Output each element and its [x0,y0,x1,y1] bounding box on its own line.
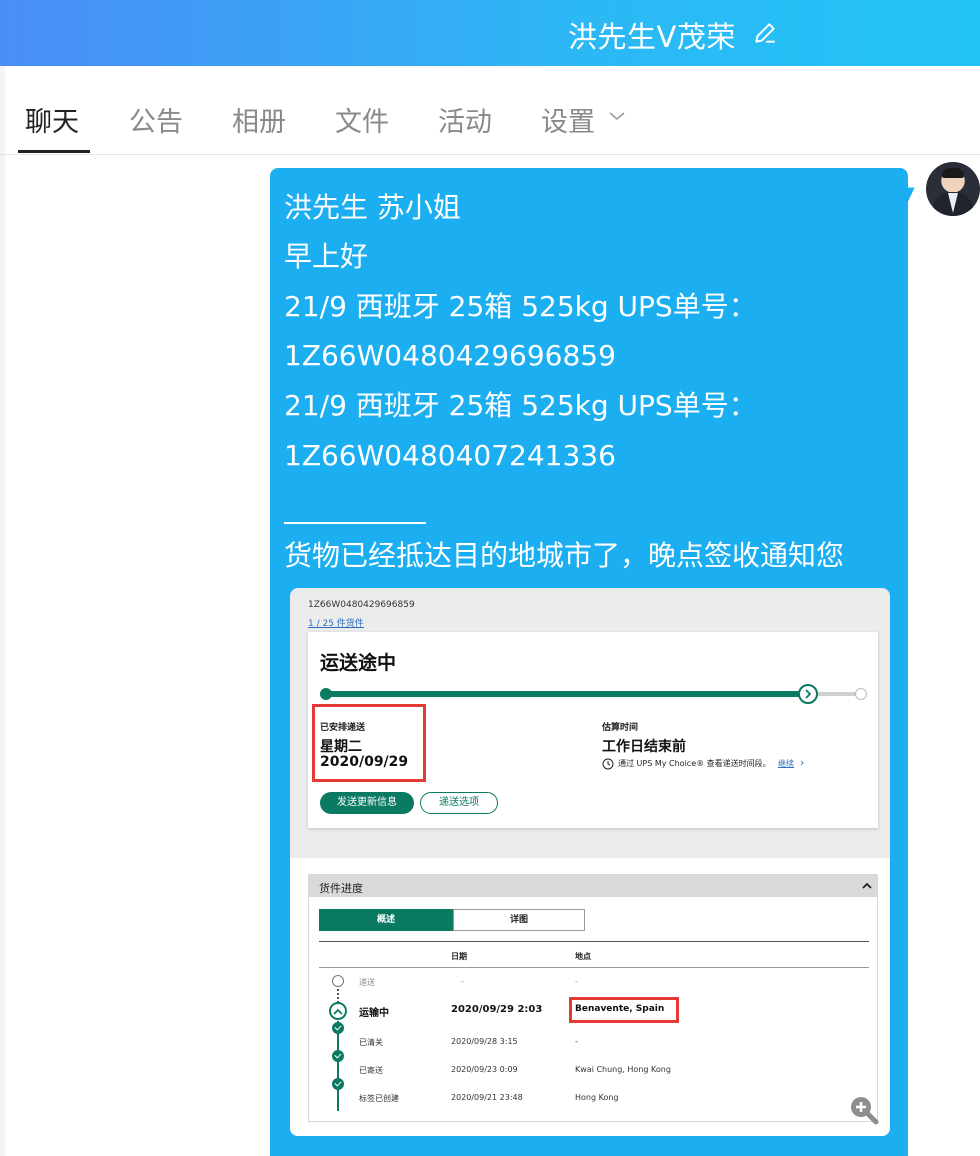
chevron-up-icon [333,1008,343,1015]
progress-current-marker [798,684,818,704]
chevron-right-icon: › [800,756,805,769]
progress-fill [324,691,808,697]
row-location: Kwai Chung, Hong Kong [575,1065,671,1074]
avatar[interactable] [926,162,980,216]
row-date: 2020/09/23 0:09 [451,1065,518,1074]
tab-activities[interactable]: 活动 [438,100,492,139]
timeline-pending-dot [332,975,344,987]
timeline-line [337,1021,339,1111]
column-header-date: 日期 [451,952,467,961]
tracking-number: 1Z66W0480429696859 [308,600,415,610]
row-status: 标签已创建 [359,1094,399,1103]
scheduled-day: 星期二 [320,739,362,755]
table-divider [319,941,869,942]
left-border [0,66,5,1156]
row-status: 已清关 [359,1038,383,1047]
chevron-up-icon[interactable] [861,881,873,891]
row-status: 运输中 [359,1008,389,1019]
check-icon [332,1022,344,1034]
row-location: Hong Kong [575,1093,619,1102]
clock-icon [602,758,614,770]
send-update-button[interactable]: 发送更新信息 [320,792,414,814]
row-location: - [575,977,578,986]
message-line: 21/9 西班牙 25箱 525kg UPS单号： [284,389,757,422]
row-status: 已寄送 [359,1066,383,1075]
row-status: 递送 [359,978,375,987]
tracking-screenshot[interactable]: 1Z66W0480429696859 1 / 25 件货件 运送途中 已安排递送… [290,588,890,1136]
progress-panel-title: 货件进度 [319,882,363,895]
shipment-progress-panel: 货件进度 概述 详图 日期 地点 递送 - - 运输中 2020/09/29 2… [308,874,878,1122]
message-line: 洪先生 苏小姐 [284,191,461,224]
progress-end-dot [855,688,867,700]
row-date: 2020/09/28 3:15 [451,1037,518,1046]
check-icon [332,1050,344,1062]
chat-title: 洪先生V茂荣 [568,20,736,54]
scheduled-date: 2020/09/29 [320,754,409,770]
tab-announcement[interactable]: 公告 [129,100,183,139]
message-line: 21/9 西班牙 25箱 525kg UPS单号： [284,290,757,323]
tab-settings[interactable]: 设置 [541,100,595,139]
tab-files[interactable]: 文件 [335,100,389,139]
message-line: 早上好 [284,240,369,273]
tab-bar: 聊天 公告 相册 文件 活动 设置 [0,66,980,155]
progress-panel-header[interactable]: 货件进度 [309,875,877,897]
estimated-label: 估算时间 [602,723,639,733]
table-divider [319,967,869,968]
zoom-in-icon[interactable] [848,1094,880,1126]
timeline-current-marker [329,1002,347,1020]
row-location: - [575,1037,578,1046]
package-count-link[interactable]: 1 / 25 件货件 [308,616,364,629]
row-date: 2020/09/21 23:48 [451,1093,523,1102]
chevron-right-icon [805,689,812,699]
estimated-value: 工作日结束前 [602,739,686,755]
message-line: 1Z66W0480407241336 [284,439,616,472]
row-date: 2020/09/29 2:03 [451,1004,543,1015]
column-header-location: 地点 [575,952,591,961]
status-card: 运送途中 已安排递送 星期二 2020/09/29 估算时间 工作日结束前 通过… [308,632,878,828]
chat-header: 洪先生V茂荣 [0,0,980,66]
tab-detail[interactable]: 详图 [453,909,585,931]
check-icon [332,1078,344,1090]
row-date: - [461,977,464,986]
tab-overview[interactable]: 概述 [319,909,453,931]
delivery-options-button[interactable]: 递送选项 [420,792,498,814]
chevron-down-icon[interactable] [608,110,626,122]
active-tab-indicator [18,150,90,153]
edit-icon[interactable] [752,20,778,46]
scheduled-label: 已安排递送 [320,723,366,733]
message-divider [284,522,426,524]
tab-chat[interactable]: 聊天 [25,100,79,139]
highlight-box-location [569,997,679,1023]
tab-album[interactable]: 相册 [232,100,286,139]
message-line: 货物已经抵达目的地城市了，晚点签收通知您 [284,539,845,572]
status-title: 运送途中 [320,652,397,674]
progress-start-dot [320,688,332,700]
continue-link[interactable]: 继续 [778,758,794,769]
message-line: 1Z66W0480429696859 [284,339,616,372]
timeline-dotted-line [337,989,339,1003]
estimated-note: 通过 UPS My Choice® 查看递送时间段。 [618,759,771,768]
